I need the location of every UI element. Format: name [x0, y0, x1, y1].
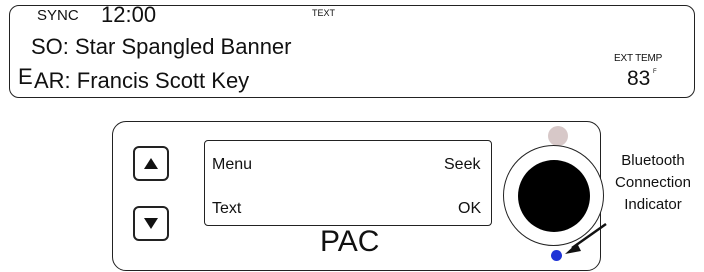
callout-arrow: [565, 222, 607, 254]
